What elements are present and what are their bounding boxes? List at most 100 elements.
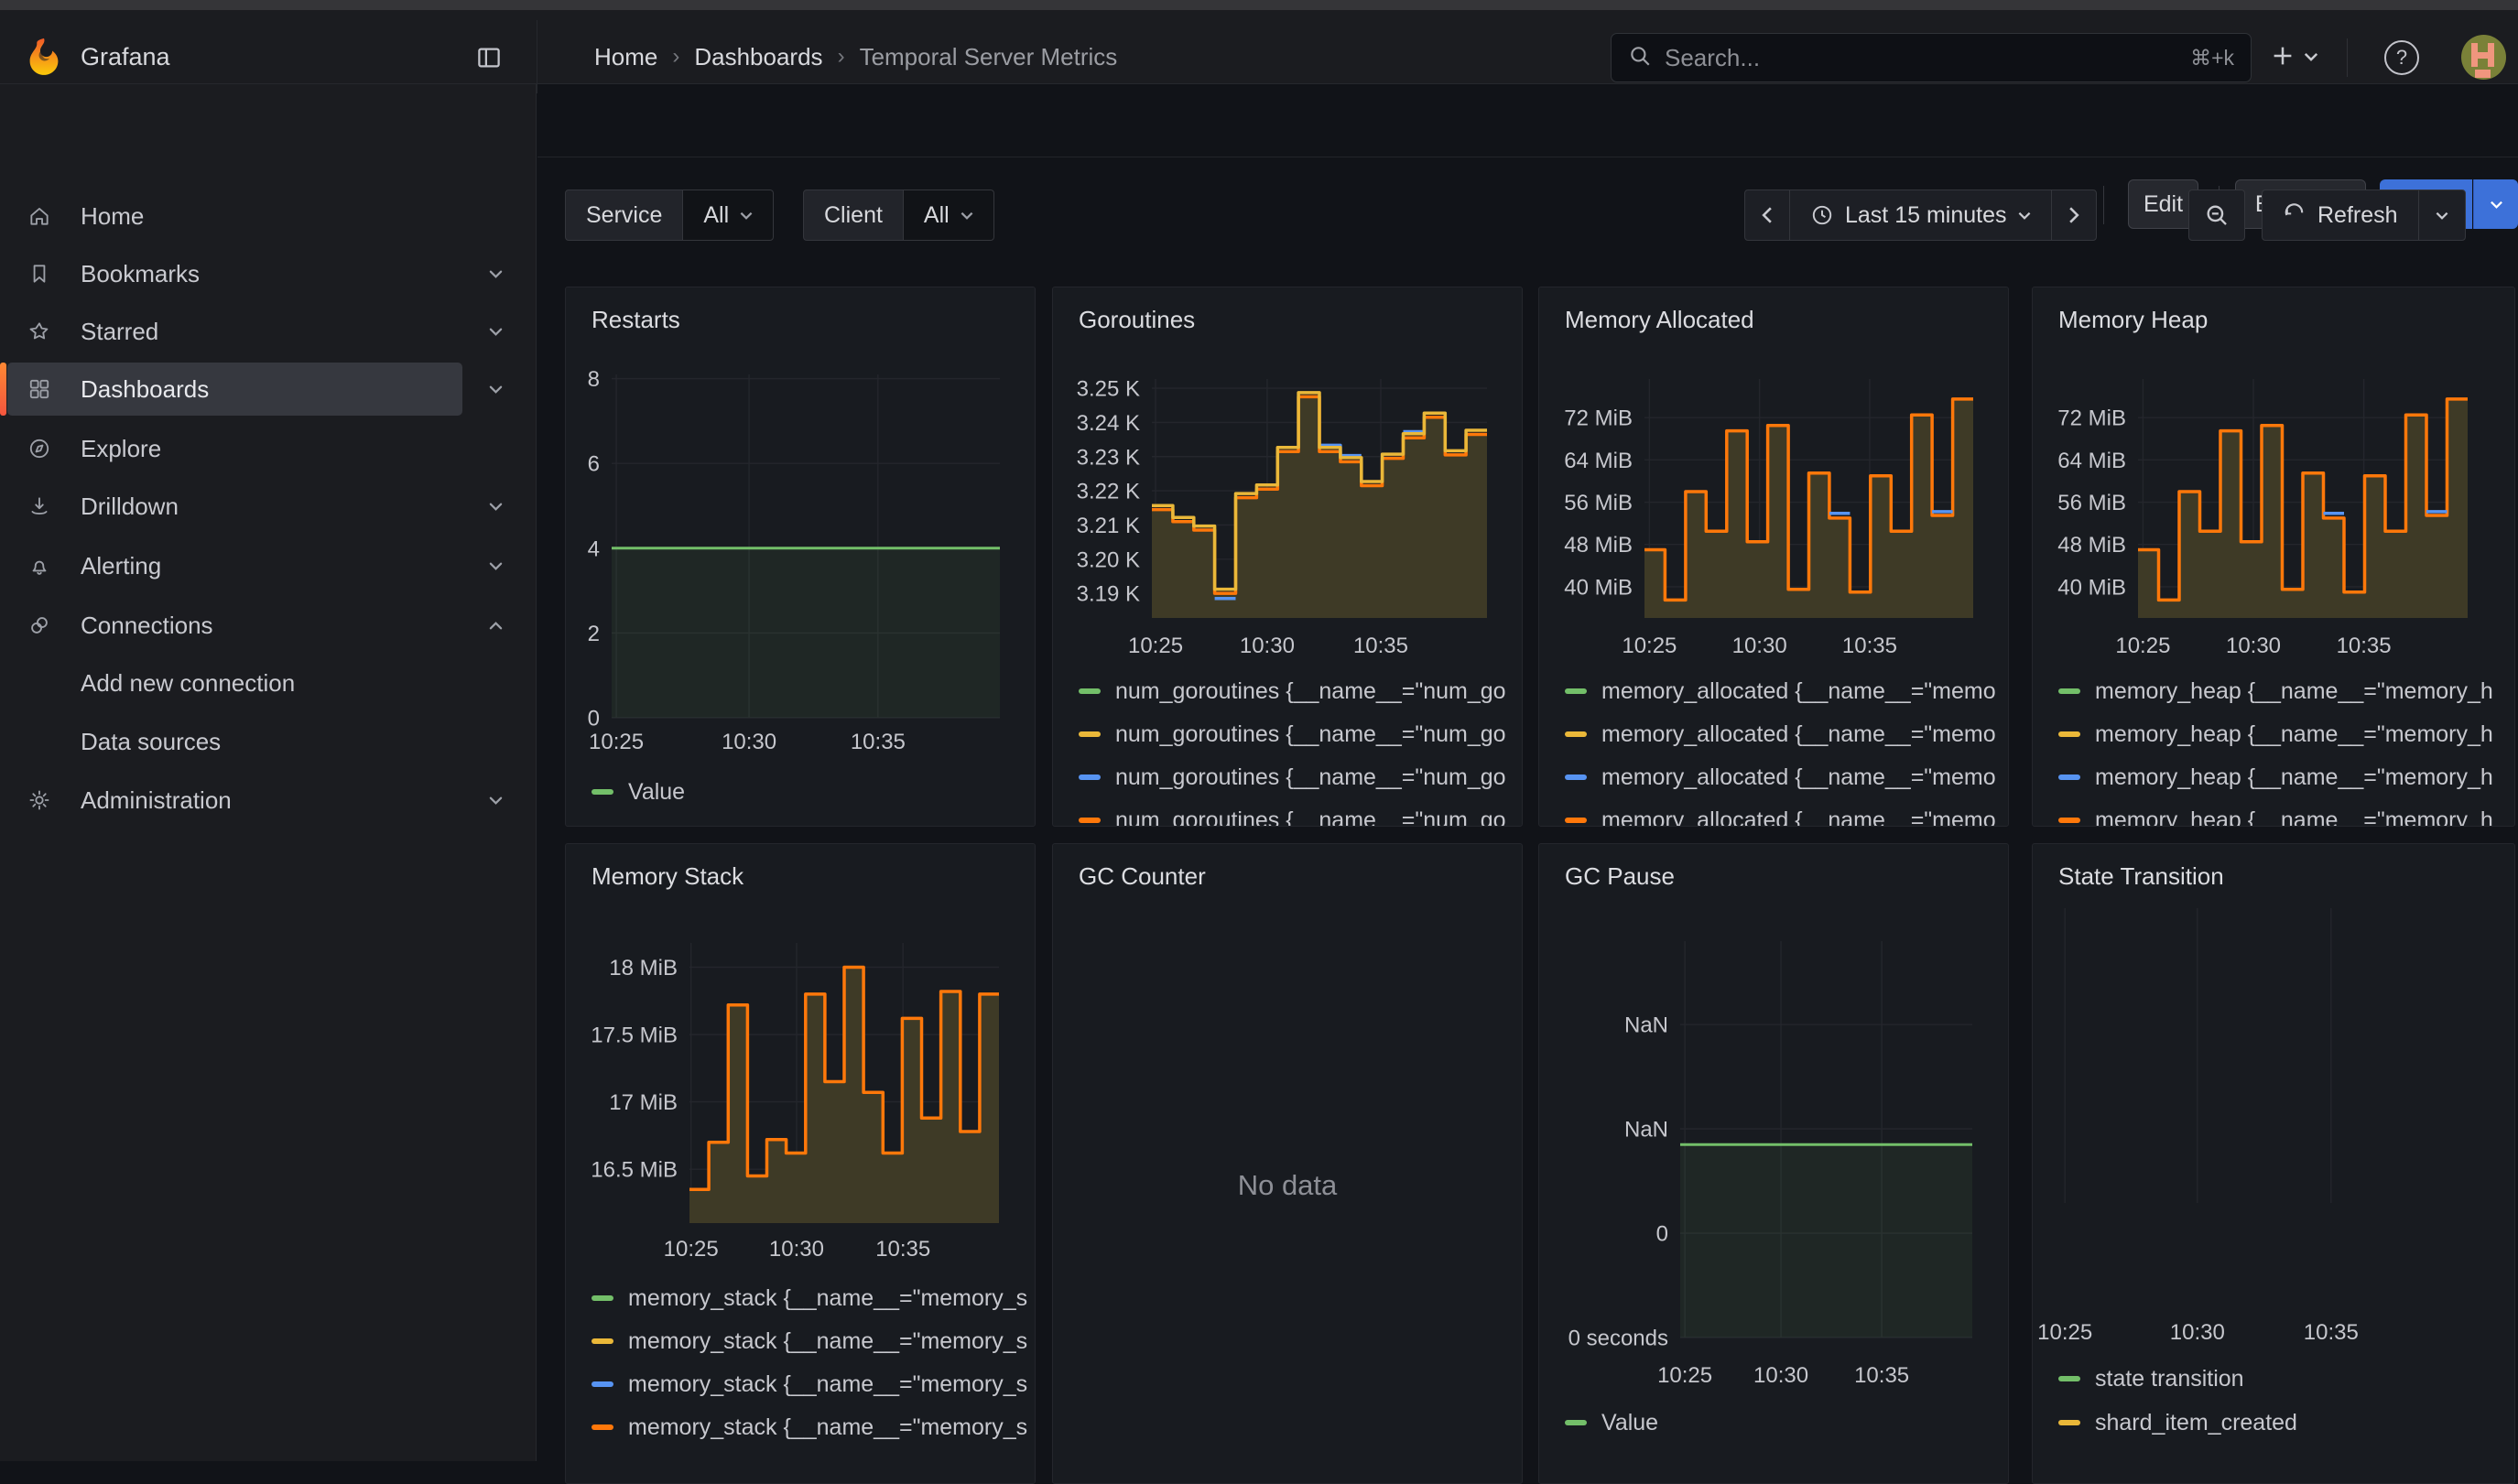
legend-item[interactable]: memory_stack {__name__="memory_s (592, 1327, 1029, 1356)
legend-label: memory_allocated {__name__="memo (1601, 807, 1996, 828)
svg-text:10:30: 10:30 (1753, 1363, 1808, 1388)
sidebar-item-starred[interactable]: Starred (0, 305, 537, 358)
service-filter: Service All (565, 190, 774, 241)
sidebar-item-add-new-connection[interactable]: Add new connection (0, 656, 537, 710)
sidebar-item-label: Home (81, 202, 144, 231)
svg-text:10:35: 10:35 (851, 730, 906, 754)
legend-item[interactable]: memory_allocated {__name__="memo (1565, 677, 2002, 706)
refresh-button[interactable]: Refresh (2262, 190, 2419, 241)
legend-item[interactable]: memory_allocated {__name__="memo (1565, 720, 2002, 749)
legend-item[interactable]: memory_allocated {__name__="memo (1565, 763, 2002, 792)
legend-swatch (2058, 1376, 2080, 1381)
legend-item[interactable]: shard_item_created (2058, 1408, 2509, 1437)
header-bar: Grafana Home › Dashboards › Temporal Ser… (0, 10, 2518, 84)
help-icon[interactable]: ? (2384, 40, 2419, 75)
sidebar-item-drilldown[interactable]: Drilldown (0, 480, 537, 533)
zoom-out-button[interactable] (2188, 190, 2245, 241)
chevron-down-icon (740, 211, 753, 220)
legend-item[interactable]: Value (1565, 1408, 2002, 1437)
restarts-chart[interactable]: 10:2510:3010:3586420 (566, 287, 1036, 827)
legend-item[interactable]: Value (592, 777, 1029, 807)
svg-text:10:35: 10:35 (1842, 634, 1897, 658)
legend-item[interactable]: num_goroutines {__name__="num_go (1079, 806, 1516, 827)
legend-swatch (1565, 1420, 1587, 1425)
sidebar-item-label: Alerting (81, 552, 161, 580)
sidebar-item-label: Drilldown (81, 493, 179, 521)
legend-item[interactable]: memory_allocated {__name__="memo (1565, 806, 2002, 827)
sidebar-item-alerting[interactable]: Alerting (0, 539, 537, 592)
legend-item[interactable]: memory_stack {__name__="memory_s (592, 1413, 1029, 1442)
zoom-out-control (2188, 190, 2245, 241)
sidebar-item-bookmarks[interactable]: Bookmarks (0, 247, 537, 300)
refresh-interval-button[interactable] (2418, 190, 2466, 241)
legend-label: memory_stack {__name__="memory_s (628, 1371, 1027, 1398)
legend-swatch (2058, 688, 2080, 694)
grafana-logo-icon[interactable] (24, 36, 64, 81)
legend-item[interactable]: num_goroutines {__name__="num_go (1079, 677, 1516, 706)
client-filter-value[interactable]: All (903, 190, 994, 241)
legend-label: Value (1601, 1410, 1658, 1436)
svg-text:48 MiB: 48 MiB (2057, 533, 2126, 558)
brand-title: Grafana (81, 43, 170, 71)
sidebar-item-explore[interactable]: Explore (0, 422, 537, 475)
legend-swatch (2058, 774, 2080, 780)
svg-text:17 MiB: 17 MiB (609, 1090, 678, 1115)
chevron-down-icon (489, 562, 503, 570)
sidebar-item-administration[interactable]: Administration (0, 774, 537, 827)
window-top-strip (0, 0, 2518, 10)
client-filter: Client All (803, 190, 994, 241)
legend-item[interactable]: memory_heap {__name__="memory_h (2058, 677, 2509, 706)
header-divider (2347, 38, 2348, 77)
legend-swatch (2058, 731, 2080, 737)
chevron-down-icon (2304, 49, 2318, 66)
legend-item[interactable]: memory_heap {__name__="memory_h (2058, 763, 2509, 792)
svg-text:2: 2 (588, 622, 600, 646)
legend-item[interactable]: memory_stack {__name__="memory_s (592, 1370, 1029, 1399)
legend-item[interactable]: state transition (2058, 1364, 2509, 1393)
legend-label: shard_item_created (2095, 1410, 2297, 1436)
breadcrumb-separator: › (838, 44, 845, 70)
legend-label: memory_allocated {__name__="memo (1601, 678, 1996, 705)
sidebar-toggle-icon[interactable] (475, 44, 503, 76)
sidebar-item-home[interactable]: Home (0, 190, 537, 243)
sidebar-item-label: Starred (81, 318, 158, 346)
svg-text:72 MiB: 72 MiB (1564, 406, 1633, 431)
time-range-picker[interactable]: Last 15 minutes (1789, 190, 2052, 241)
gc-pause-chart[interactable]: 10:2510:3010:35NaNNaN00 seconds (1539, 844, 2009, 1484)
legend-item[interactable]: memory_stack {__name__="memory_s (592, 1284, 1029, 1313)
breadcrumb-home[interactable]: Home (594, 43, 657, 71)
avatar[interactable] (2461, 35, 2506, 80)
svg-text:6: 6 (588, 452, 600, 477)
svg-text:NaN: NaN (1624, 1118, 1668, 1143)
drilldown-icon (27, 494, 51, 518)
svg-text:0 seconds: 0 seconds (1568, 1327, 1668, 1351)
legend-item[interactable]: num_goroutines {__name__="num_go (1079, 720, 1516, 749)
sidebar-item-connections[interactable]: Connections (0, 599, 537, 652)
time-shift-forward-button[interactable] (2051, 190, 2097, 241)
search-placeholder: Search... (1665, 44, 2177, 72)
service-filter-value[interactable]: All (682, 190, 774, 241)
sidebar-item-dashboards[interactable]: Dashboards (0, 363, 537, 416)
chevron-down-icon (489, 328, 503, 336)
breadcrumb-dashboards[interactable]: Dashboards (694, 43, 822, 71)
time-shift-back-button[interactable] (1744, 190, 1790, 241)
legend-swatch (1565, 731, 1587, 737)
panel-title[interactable]: GC Counter (1079, 862, 1206, 891)
legend-item[interactable]: memory_heap {__name__="memory_h (2058, 720, 2509, 749)
bookmark-icon (27, 262, 51, 286)
sidebar-item-data-sources[interactable]: Data sources (0, 715, 537, 768)
svg-text:3.23 K: 3.23 K (1077, 445, 1140, 470)
add-new-button[interactable] (2269, 33, 2318, 82)
legend-item[interactable]: num_goroutines {__name__="num_go (1079, 763, 1516, 792)
svg-text:10:25: 10:25 (664, 1237, 719, 1262)
legend-swatch (592, 1295, 613, 1301)
search-input[interactable]: Search... ⌘+k (1611, 33, 2252, 82)
connections-icon (27, 613, 51, 637)
svg-text:10:30: 10:30 (1732, 634, 1787, 658)
legend-swatch (2058, 1420, 2080, 1425)
time-range-controls: Last 15 minutes (1744, 190, 2097, 241)
search-shortcut-badge: ⌘+k (2190, 46, 2234, 70)
legend-item[interactable]: memory_heap {__name__="memory_h (2058, 806, 2509, 827)
share-options-button[interactable] (2473, 179, 2518, 229)
chevron-down-icon (489, 796, 503, 805)
